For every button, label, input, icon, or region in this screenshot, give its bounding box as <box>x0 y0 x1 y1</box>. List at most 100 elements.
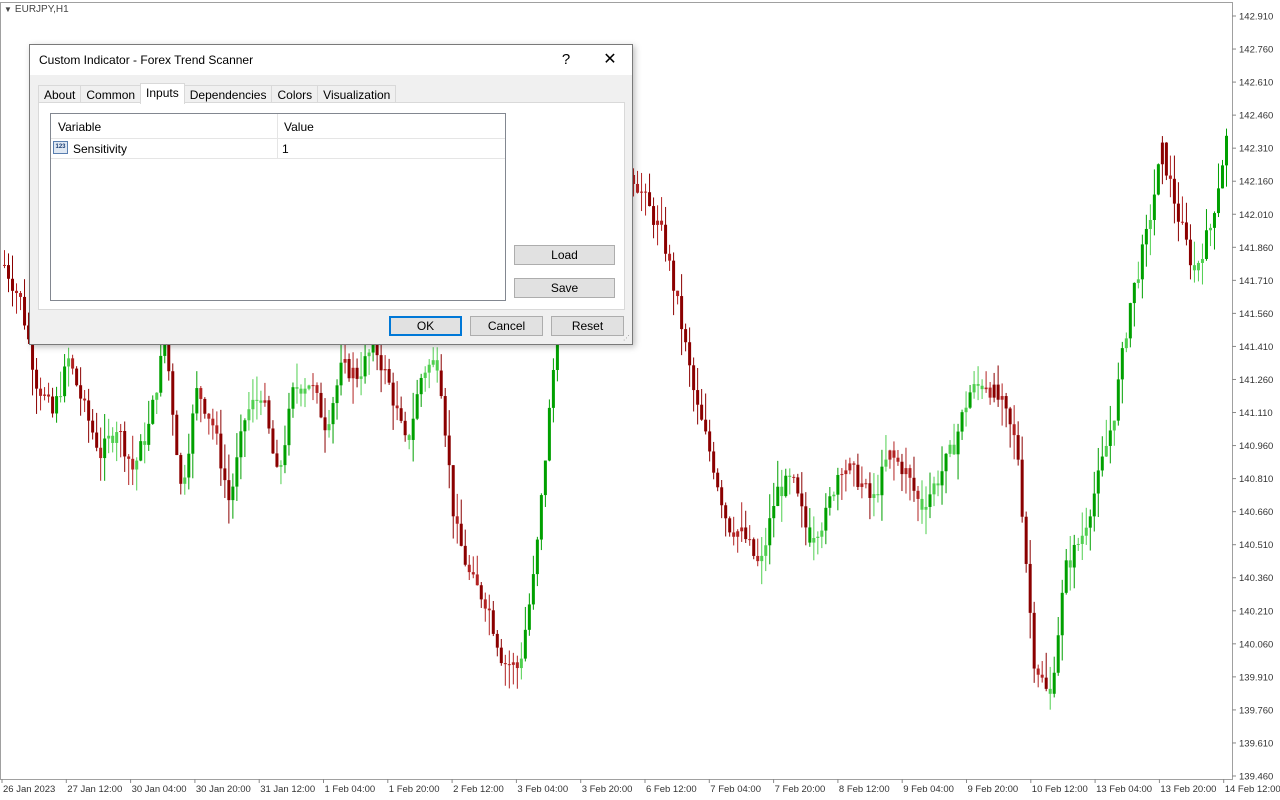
candle-body <box>403 420 407 436</box>
candle-body <box>531 574 535 605</box>
time-axis-label: 1 Feb 20:00 <box>389 784 440 795</box>
candle-body <box>311 385 315 387</box>
help-button[interactable]: ? <box>552 49 580 71</box>
ok-button[interactable]: OK <box>389 316 462 336</box>
candle-body <box>475 574 479 586</box>
candle-body <box>239 431 243 458</box>
inputs-grid[interactable]: Variable Value 123 Sensitivity 1 <box>50 113 506 301</box>
candle-body <box>704 419 708 432</box>
symbol-text: EURJPY,H1 <box>14 4 69 15</box>
candle-body <box>1044 677 1048 689</box>
price-axis-label: 140.060 <box>1239 639 1273 650</box>
candle-body <box>15 290 19 294</box>
table-row[interactable]: 123 Sensitivity 1 <box>51 138 505 159</box>
candle-body <box>680 296 684 330</box>
candle-body <box>135 460 139 470</box>
candle-body <box>443 396 447 436</box>
candle-body <box>1052 672 1056 694</box>
candle-body <box>688 342 692 366</box>
candle-body <box>355 367 359 379</box>
candle-body <box>716 472 720 488</box>
candle-body <box>940 471 944 486</box>
candle-body <box>419 377 423 395</box>
candle-body <box>447 435 451 466</box>
candle-body <box>936 483 940 486</box>
candle-body <box>67 358 71 367</box>
candle-body <box>1140 244 1144 280</box>
candle-body <box>183 477 187 484</box>
tab-inputs[interactable]: Inputs <box>140 83 185 104</box>
candle-body <box>199 388 203 399</box>
candle-body <box>1112 420 1116 431</box>
price-axis-label: 140.810 <box>1239 474 1273 485</box>
candle-body <box>668 253 672 261</box>
candle-body <box>515 662 519 669</box>
dropdown-triangle-icon[interactable]: ▼ <box>4 5 12 14</box>
candle-body <box>259 400 263 403</box>
candle-body <box>227 480 231 501</box>
value-cell[interactable]: 1 <box>282 142 289 156</box>
candle-body <box>892 450 896 458</box>
price-axis-label: 140.360 <box>1239 573 1273 584</box>
candle-body <box>127 456 131 459</box>
candle-body <box>888 450 892 460</box>
candle-body <box>1120 348 1124 380</box>
candle-body <box>191 413 195 454</box>
dialog-titlebar[interactable]: Custom Indicator - Forex Trend Scanner ?… <box>30 45 632 75</box>
candle-body <box>800 493 804 507</box>
candle-body <box>824 507 828 531</box>
load-button[interactable]: Load <box>514 245 615 265</box>
candle-body <box>211 418 215 426</box>
candle-body <box>219 433 223 469</box>
candle-body <box>952 444 956 455</box>
candle-body <box>243 420 247 432</box>
time-axis-label: 13 Feb 04:00 <box>1096 784 1152 795</box>
reset-button[interactable]: Reset <box>551 316 624 336</box>
save-button[interactable]: Save <box>514 278 615 298</box>
price-axis-label: 141.110 <box>1239 408 1273 419</box>
candle-body <box>828 496 832 508</box>
candle-body <box>95 432 99 448</box>
candle-body <box>912 477 916 491</box>
variable-name-cell: Sensitivity <box>73 142 128 156</box>
column-divider[interactable] <box>277 114 278 138</box>
candle-body <box>291 387 295 409</box>
candle-body <box>167 340 171 372</box>
candle-body <box>455 516 459 524</box>
candle-body <box>792 476 796 478</box>
price-axis-label: 139.910 <box>1239 672 1273 683</box>
candle-body <box>535 539 539 575</box>
resize-grip-icon[interactable]: ⋰ <box>623 335 631 343</box>
candle-body <box>543 460 547 496</box>
column-header-variable[interactable]: Variable <box>58 120 101 134</box>
candle-body <box>275 453 279 467</box>
candle-body <box>676 290 680 297</box>
candle-body <box>812 537 816 543</box>
candle-body <box>111 435 115 443</box>
candle-body <box>115 432 119 443</box>
price-axis-label: 142.760 <box>1239 45 1273 56</box>
candle-body <box>351 367 355 379</box>
candle-body <box>159 355 163 393</box>
candle-body <box>1100 456 1104 471</box>
time-axis-label: 3 Feb 20:00 <box>582 784 633 795</box>
cancel-button[interactable]: Cancel <box>470 316 543 336</box>
candle-body <box>423 372 427 378</box>
dialog-title: Custom Indicator - Forex Trend Scanner <box>39 53 254 67</box>
candle-body <box>1188 239 1192 266</box>
candle-body <box>203 398 207 414</box>
candle-body <box>1108 430 1112 446</box>
column-header-value[interactable]: Value <box>284 120 314 134</box>
candle-body <box>451 465 455 517</box>
time-axis-label: 9 Feb 04:00 <box>903 784 954 795</box>
candle-body <box>968 392 972 408</box>
candle-body <box>55 396 59 414</box>
candle-body <box>279 465 283 467</box>
candle-body <box>527 604 531 630</box>
time-axis-label: 9 Feb 20:00 <box>968 784 1019 795</box>
candle-body <box>367 352 371 357</box>
candle-body <box>1072 544 1076 568</box>
close-button[interactable]: ✕ <box>596 49 624 71</box>
candle-body <box>784 475 788 497</box>
time-axis-label: 3 Feb 04:00 <box>517 784 568 795</box>
